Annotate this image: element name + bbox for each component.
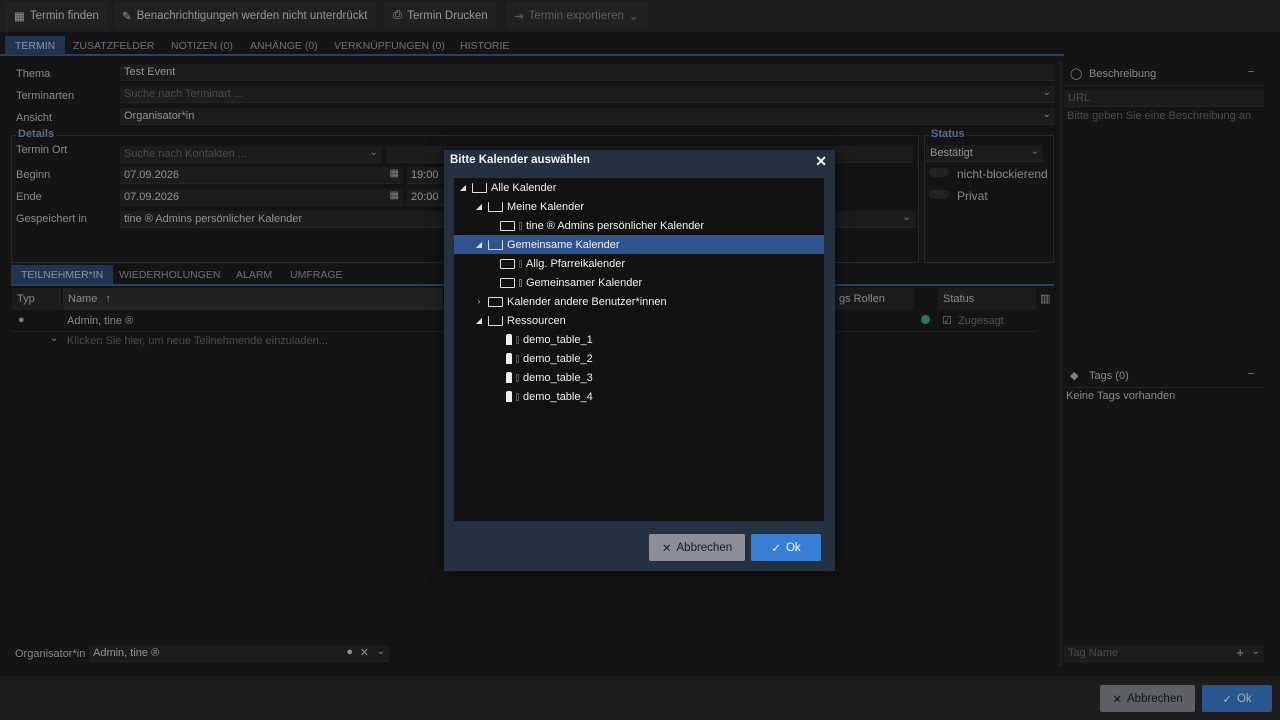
tree-node-personal-calendar[interactable]: tine ® Admins persönlicher Kalender	[500, 216, 704, 235]
calendar-color-icon	[516, 392, 519, 401]
calendar-color-icon	[519, 278, 522, 287]
tree-node-meine-kalender[interactable]: ◢ Meine Kalender	[474, 197, 584, 216]
resource-icon	[506, 372, 512, 383]
folder-open-icon	[472, 182, 487, 193]
calendar-select-dialog: Bitte Kalender auswählen ✕ ◢ Alle Kalend…	[444, 150, 835, 571]
tree-node-demo-table-4[interactable]: demo_table_4	[506, 387, 593, 406]
tree-node-demo-table-3[interactable]: demo_table_3	[506, 368, 593, 387]
tree-node-other-users[interactable]: › Kalender andere Benutzer*innen	[474, 292, 667, 311]
tree-node-gemeinsame-kalender[interactable]: ◢ Gemeinsame Kalender	[454, 235, 824, 254]
folder-icon	[488, 296, 503, 307]
close-icon[interactable]: ✕	[815, 153, 827, 170]
collapsed-arrow-icon[interactable]: ›	[474, 297, 484, 306]
tree-node-gemeinsamer-kalender[interactable]: Gemeinsamer Kalender	[500, 273, 642, 292]
folder-icon	[500, 220, 515, 231]
folder-open-icon	[488, 315, 503, 326]
folder-open-icon	[488, 239, 503, 250]
resource-icon	[506, 353, 512, 364]
close-icon: ✕	[661, 542, 672, 555]
resource-icon	[506, 391, 512, 402]
folder-icon	[500, 258, 515, 269]
dialog-ok-button[interactable]: ✓ Ok	[751, 534, 821, 561]
calendar-color-icon	[516, 373, 519, 382]
check-icon: ✓	[771, 542, 781, 555]
expanded-arrow-icon[interactable]: ◢	[458, 183, 468, 192]
tree-node-ressourcen[interactable]: ◢ Ressourcen	[474, 311, 566, 330]
folder-open-icon	[488, 201, 503, 212]
expanded-arrow-icon[interactable]: ◢	[474, 316, 484, 325]
calendar-color-icon	[516, 335, 519, 344]
calendar-color-icon	[519, 259, 522, 268]
calendar-tree: ◢ Alle Kalender ◢ Meine Kalender tine ® …	[454, 178, 824, 521]
dialog-cancel-button[interactable]: ✕ Abbrechen	[649, 534, 745, 561]
tree-node-demo-table-1[interactable]: demo_table_1	[506, 330, 593, 349]
expanded-arrow-icon[interactable]: ◢	[474, 202, 484, 211]
tree-node-demo-table-2[interactable]: demo_table_2	[506, 349, 593, 368]
tree-node-alle-kalender[interactable]: ◢ Alle Kalender	[458, 178, 557, 197]
dialog-title: Bitte Kalender auswählen	[450, 154, 590, 166]
expanded-arrow-icon[interactable]: ◢	[474, 240, 484, 249]
tree-node-pfarreikalender[interactable]: Allg. Pfarreikalender	[500, 254, 625, 273]
folder-icon	[500, 277, 515, 288]
calendar-color-icon	[519, 221, 522, 230]
resource-icon	[506, 334, 512, 345]
calendar-color-icon	[516, 354, 519, 363]
